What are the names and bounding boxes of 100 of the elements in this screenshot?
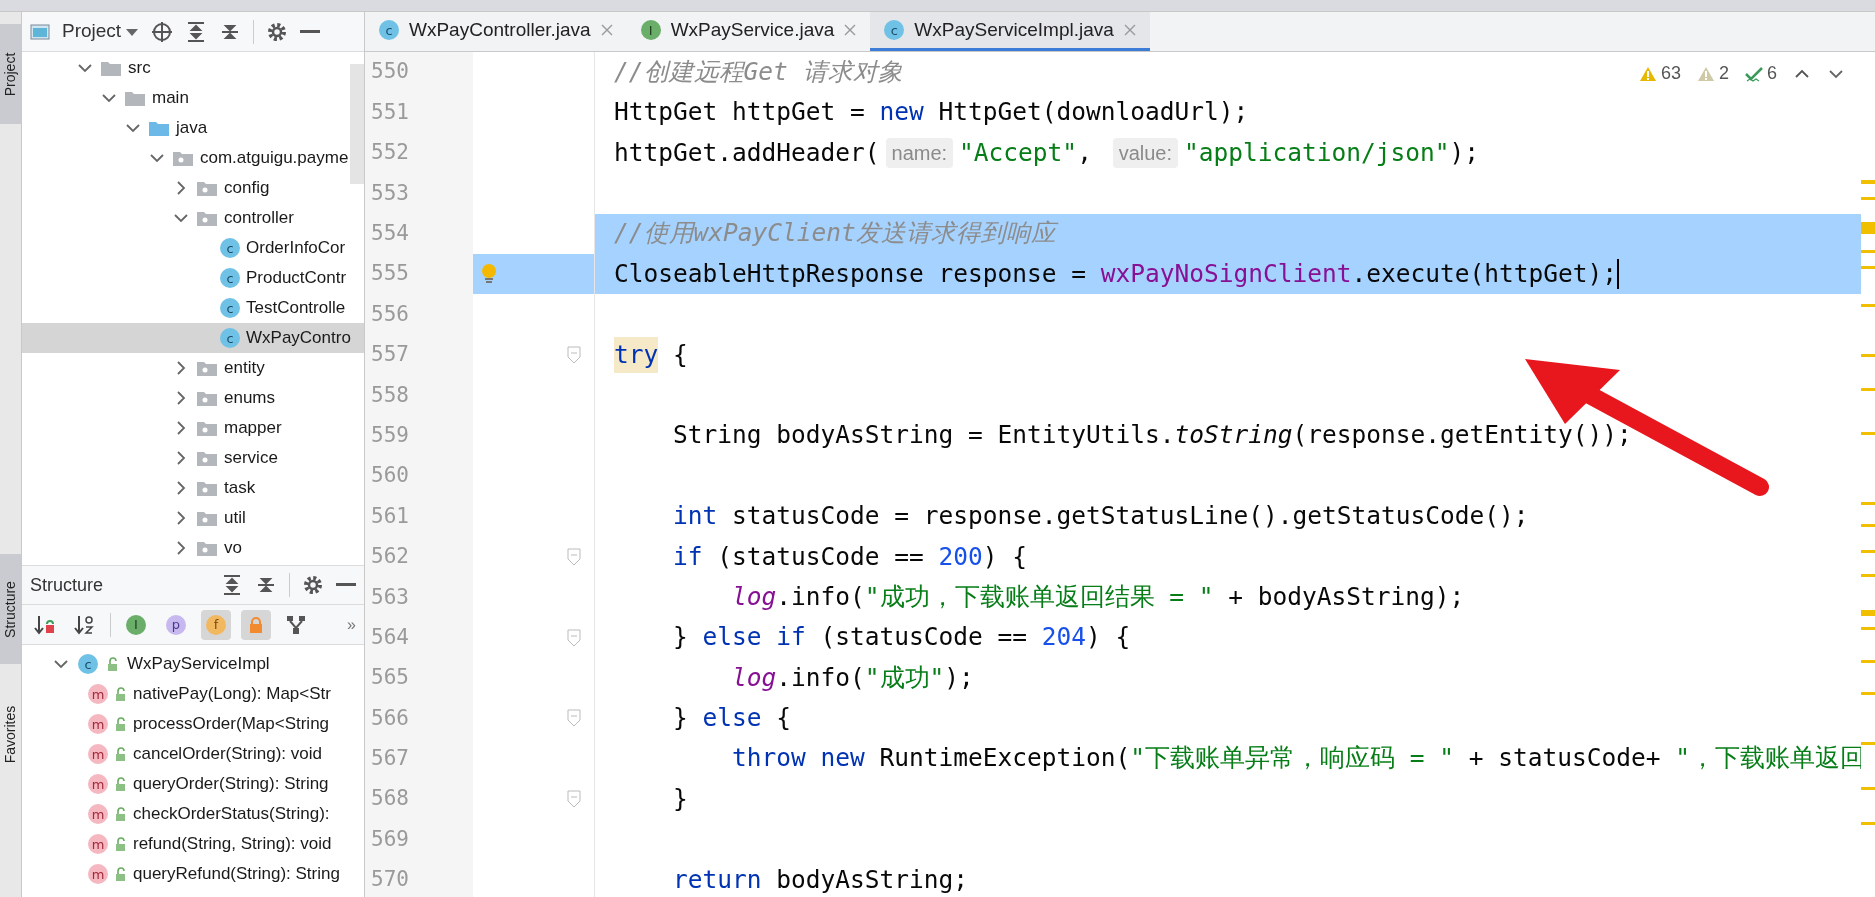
panel-title: Structure [30, 573, 105, 597]
side-tab[interactable]: Favorites [0, 684, 21, 784]
line-number: 554 [365, 213, 473, 254]
code-line: return bodyAsString; [672, 863, 969, 896]
close-icon[interactable] [600, 24, 613, 36]
package-icon [196, 209, 218, 227]
editor-tab[interactable]: c WxPayController.java [365, 12, 627, 51]
class-icon: c [379, 20, 399, 40]
side-tab[interactable]: Project [0, 24, 21, 124]
structure-item[interactable]: m queryRefund(String): String [22, 859, 364, 889]
tree-item-label[interactable]: vo [224, 535, 242, 561]
minimize-icon[interactable] [336, 583, 356, 587]
package-icon [196, 539, 218, 557]
code-line: if (statusCode == 200) { [672, 540, 1028, 573]
code-line: } else if (statusCode == 204) { [672, 621, 1131, 654]
folder-icon [124, 89, 146, 107]
minimize-icon[interactable] [300, 29, 321, 34]
inspection-count[interactable]: 6 [1767, 60, 1777, 87]
warning-icon [1696, 65, 1715, 82]
fold-marker-icon[interactable] [567, 547, 581, 566]
tree-item-label[interactable]: util [224, 505, 246, 531]
side-tab[interactable]: Structure [0, 554, 21, 664]
method-icon: m [88, 684, 108, 704]
line-number: 550 [365, 52, 473, 93]
public-lock-icon [114, 746, 127, 762]
structure-item[interactable]: m queryOrder(String): String [22, 769, 364, 799]
inspection-count[interactable]: 63 [1660, 60, 1681, 87]
package-icon [196, 509, 218, 527]
fold-marker-icon[interactable] [567, 790, 581, 809]
tree-item-label[interactable]: task [224, 475, 256, 501]
line-number: 559 [365, 415, 473, 456]
code-line: log.info("成功"); [731, 661, 974, 694]
structure-item[interactable]: m checkOrderStatus(String): [22, 799, 364, 829]
code-line: CloseableHttpResponse response = wxPayNoSignClient.execute(httpGet); [614, 257, 1618, 290]
code-line: int statusCode = response.getStatusLine().getStatusCode(); [672, 500, 1529, 533]
tree-item-label[interactable]: entity [224, 355, 265, 381]
sort-icon [74, 613, 96, 636]
editor-tab[interactable]: c WxPayServiceImpl.java [870, 12, 1150, 51]
sort-icon [34, 613, 56, 636]
overflow-button[interactable]: » [347, 612, 356, 637]
settings-icon[interactable] [266, 20, 289, 43]
code-line: HttpGet httpGet = new HttpGet(downloadUrl); [614, 96, 1249, 129]
line-number: 560 [365, 455, 473, 497]
lightbulb-icon[interactable] [481, 263, 497, 286]
structure-item[interactable]: m refund(String, String): void [22, 829, 364, 859]
line-number: 566 [365, 698, 473, 739]
tree-item-label[interactable]: com.atguigu.payme [200, 145, 349, 171]
method-icon: m [88, 744, 108, 764]
line-number: 557 [365, 334, 473, 376]
line-number: 563 [365, 577, 473, 618]
line-number: 561 [365, 496, 473, 537]
inspection-count[interactable]: 2 [1718, 60, 1729, 87]
expand-all-icon[interactable] [221, 574, 243, 596]
source-folder-icon [148, 119, 170, 137]
package-icon [196, 389, 218, 407]
lock-icon [249, 616, 263, 633]
class-icon: c [220, 298, 240, 318]
tree-item-label[interactable]: main [152, 85, 189, 111]
close-icon[interactable] [844, 24, 857, 36]
dropdown-caret-icon [125, 26, 140, 37]
fold-marker-icon[interactable] [567, 345, 581, 364]
tree-item-label[interactable]: ProductContr [246, 265, 347, 291]
editor-tab[interactable]: I WxPayService.java [626, 12, 871, 51]
tree-item[interactable]: c WxPayContro [22, 323, 364, 353]
tree-item-label[interactable]: OrderInfoCor [246, 235, 346, 261]
project-view-dropdown[interactable]: Project [62, 17, 140, 46]
fold-marker-icon[interactable] [567, 709, 581, 728]
toolbar-toggle[interactable] [241, 609, 271, 640]
fold-marker-icon[interactable] [567, 628, 581, 647]
line-number: 568 [365, 779, 473, 820]
tree-item-label[interactable]: service [224, 445, 278, 471]
tree-item-label[interactable]: src [128, 55, 151, 81]
settings-icon[interactable] [302, 574, 324, 596]
structure-item[interactable]: m nativePay(Long): Map<Str [22, 679, 364, 709]
line-number: 562 [365, 536, 473, 578]
tree-item-label[interactable]: mapper [224, 415, 282, 441]
tree-item-label[interactable]: java [176, 115, 208, 141]
class-icon: c [78, 654, 98, 674]
structure-item[interactable]: m cancelOrder(String): void [22, 739, 364, 769]
structure-item[interactable]: c WxPayServiceImpl [22, 649, 364, 679]
warning-icon [1638, 65, 1657, 82]
scrollbar-thumb[interactable] [350, 64, 364, 184]
tree-item-label[interactable]: controller [224, 205, 294, 231]
public-lock-icon [114, 866, 127, 882]
tree-item-label[interactable]: config [224, 175, 270, 201]
tree-item-label[interactable]: TestControlle [246, 295, 346, 321]
hierarchy-icon [286, 614, 306, 635]
code-line: try { [614, 336, 688, 374]
public-lock-icon [114, 716, 127, 732]
package-icon [172, 149, 194, 167]
structure-item[interactable]: m processOrder(Map<String [22, 709, 364, 739]
line-number: 565 [365, 657, 473, 699]
package-icon [196, 359, 218, 377]
class-icon: c [220, 238, 240, 258]
tree-item-label[interactable]: enums [224, 385, 276, 411]
method-icon: m [88, 774, 108, 794]
code-comment: //创建远程Get 请求对象 [614, 55, 903, 88]
line-number: 569 [365, 819, 473, 860]
locate-icon[interactable] [151, 20, 174, 43]
code-line: log.info("成功，下载账单返回结果 = " + bodyAsString); [731, 580, 1465, 613]
